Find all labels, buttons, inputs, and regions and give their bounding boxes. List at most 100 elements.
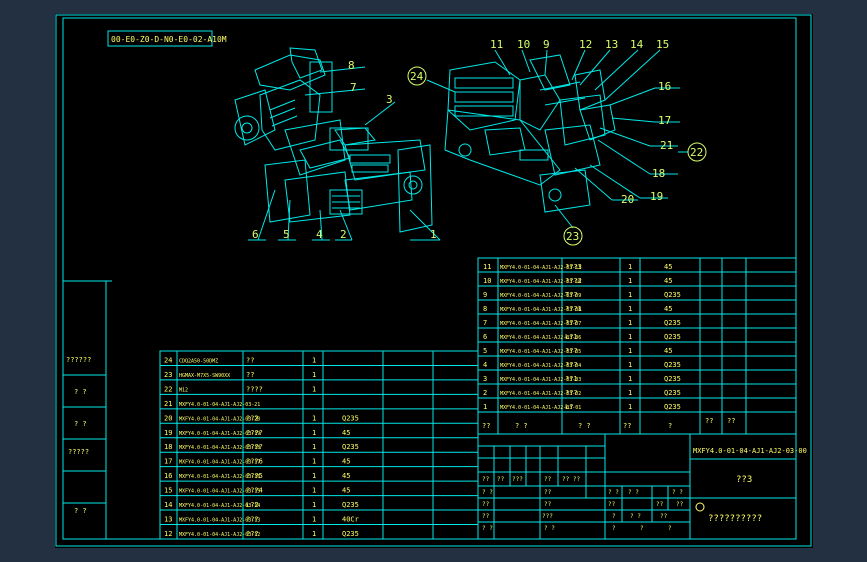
bom-header-qty: ?? (623, 422, 631, 430)
bom-cell-qty: 1 (628, 347, 632, 355)
tb-c2: ?? (544, 501, 552, 508)
bom-cell-qty: 1 (312, 429, 316, 437)
tb-e1: ? ? (482, 525, 493, 532)
callout-13: 13 (605, 38, 618, 51)
bom-cell-qty: 1 (628, 389, 632, 397)
bom-cell-no: 15 (164, 487, 172, 495)
bom-cell-mat: Q235 (342, 530, 359, 538)
bom-cell-no: 14 (164, 501, 172, 509)
bom-cell-mat: 45 (342, 487, 350, 495)
bom-header-code: ? ? (515, 422, 528, 430)
bom-cell-no: 3 (483, 375, 487, 383)
tb-e2: ? ? (544, 525, 555, 532)
bom-cell-no: 17 (164, 458, 172, 466)
tb-e3: ? (612, 525, 616, 532)
bom-cell-mat: Q235 (664, 361, 681, 369)
bom-header-name: ? ? (578, 422, 591, 430)
bom-cell-qty: 1 (628, 291, 632, 299)
callout-3: 3 (386, 93, 393, 106)
bom-cell-mat: Q235 (342, 414, 359, 422)
bom-cell-name: L?2 (246, 501, 259, 509)
callout-2: 2 (340, 228, 347, 241)
bom-cell-no: 16 (164, 472, 172, 480)
left-column-text-3: ? ? (74, 420, 87, 428)
tb-a4: ?? (544, 476, 552, 483)
company-name: ?????????? (708, 514, 762, 524)
callout-6: 6 (252, 228, 259, 241)
bom-cell-mat: Q235 (342, 443, 359, 451)
bom-cell-no: 13 (164, 516, 172, 524)
bom-cell-qty: 1 (628, 333, 632, 341)
callout-5: 5 (283, 228, 290, 241)
bom-cell-qty: 1 (628, 277, 632, 285)
bom-cell-name: L? (565, 403, 573, 411)
bom-cell-name: ?? (246, 371, 254, 379)
bom-cell-qty: 1 (628, 375, 632, 383)
bom-cell-no: 21 (164, 400, 172, 408)
bom-cell-mat: Q235 (664, 319, 681, 327)
tb-b1: ? ? (482, 489, 493, 496)
bom-cell-mat: 45 (664, 277, 672, 285)
callout-17: 17 (658, 114, 671, 127)
bom-cell-name: ???4 (246, 487, 263, 495)
bom-cell-qty: 1 (312, 530, 316, 538)
bom-cell-name: ??? (565, 347, 578, 355)
tb-d3: ? (612, 513, 616, 520)
tb-d4: ? ? (630, 513, 641, 520)
bom-header-mat: ? (668, 422, 672, 430)
bom-cell-no: 20 (164, 414, 172, 422)
bom-cell-name: ???6 (246, 458, 263, 466)
bom-cell-mat: 45 (664, 305, 672, 313)
bom-cell-name: ??? (246, 530, 259, 538)
bom-cell-qty: 1 (628, 263, 632, 271)
bom-cell-mat: 40Cr (342, 516, 359, 524)
bom-cell-name: ???1 (565, 305, 582, 313)
bom-cell-name: L?1 (565, 333, 578, 341)
bom-cell-no: 5 (483, 347, 487, 355)
tb-b4: ? ? (628, 489, 639, 496)
bom-cell-mat: Q235 (342, 501, 359, 509)
bom-cell-no: 4 (483, 361, 487, 369)
bom-cell-mat: Q235 (664, 403, 681, 411)
bom-cell-no: 8 (483, 305, 487, 313)
bom-cell-mat: 45 (342, 458, 350, 466)
bom-cell-code: M12 (179, 387, 188, 393)
bom-cell-no: 24 (164, 356, 172, 364)
bom-cell-mat: Q235 (664, 375, 681, 383)
bom-cell-qty: 1 (312, 516, 316, 524)
bom-cell-mat: 45 (342, 472, 350, 480)
left-column-text-2: ? ? (74, 388, 87, 396)
bom-cell-no: 23 (164, 371, 172, 379)
bom-cell-no: 9 (483, 291, 487, 299)
callout-1: 1 (430, 228, 437, 241)
tb-e5: ? (668, 525, 672, 532)
callout-18: 18 (652, 167, 665, 180)
tb-c1: ?? (482, 501, 490, 508)
bom-cell-name: ???2 (565, 277, 582, 285)
bom-cell-no: 10 (483, 277, 491, 285)
tb-a2: ?? (497, 476, 505, 483)
bom-cell-qty: 1 (312, 414, 316, 422)
bom-cell-qty: 1 (312, 458, 316, 466)
tb-a3: ??? (512, 476, 523, 483)
bom-cell-no: 1 (483, 403, 487, 411)
bom-cell-qty: 1 (312, 472, 316, 480)
bom-cell-no: 19 (164, 429, 172, 437)
tb-b2: ?? (544, 489, 552, 496)
callout-12: 12 (579, 38, 592, 51)
callout-15: 15 (656, 38, 669, 51)
callout-9: 9 (543, 38, 550, 51)
bom-cell-no: 18 (164, 443, 172, 451)
callout-7: 7 (350, 81, 357, 94)
callout-10: 10 (517, 38, 530, 51)
callout-24: 24 (410, 70, 424, 83)
bom-cell-no: 7 (483, 319, 487, 327)
bom-cell-qty: 1 (312, 385, 316, 393)
bom-cell-name: ??? (565, 319, 578, 327)
tb-c4: ?? (656, 501, 664, 508)
callout-19: 19 (650, 190, 663, 203)
cad-viewport[interactable]: ?????? ? ? ? ? ????? ? ? 00-E0-Z0-D-N0-E… (0, 0, 867, 562)
callout-8: 8 (348, 59, 355, 72)
bom-header-extra1: ?? (705, 417, 713, 425)
bom-cell-mat: Q235 (664, 291, 681, 299)
